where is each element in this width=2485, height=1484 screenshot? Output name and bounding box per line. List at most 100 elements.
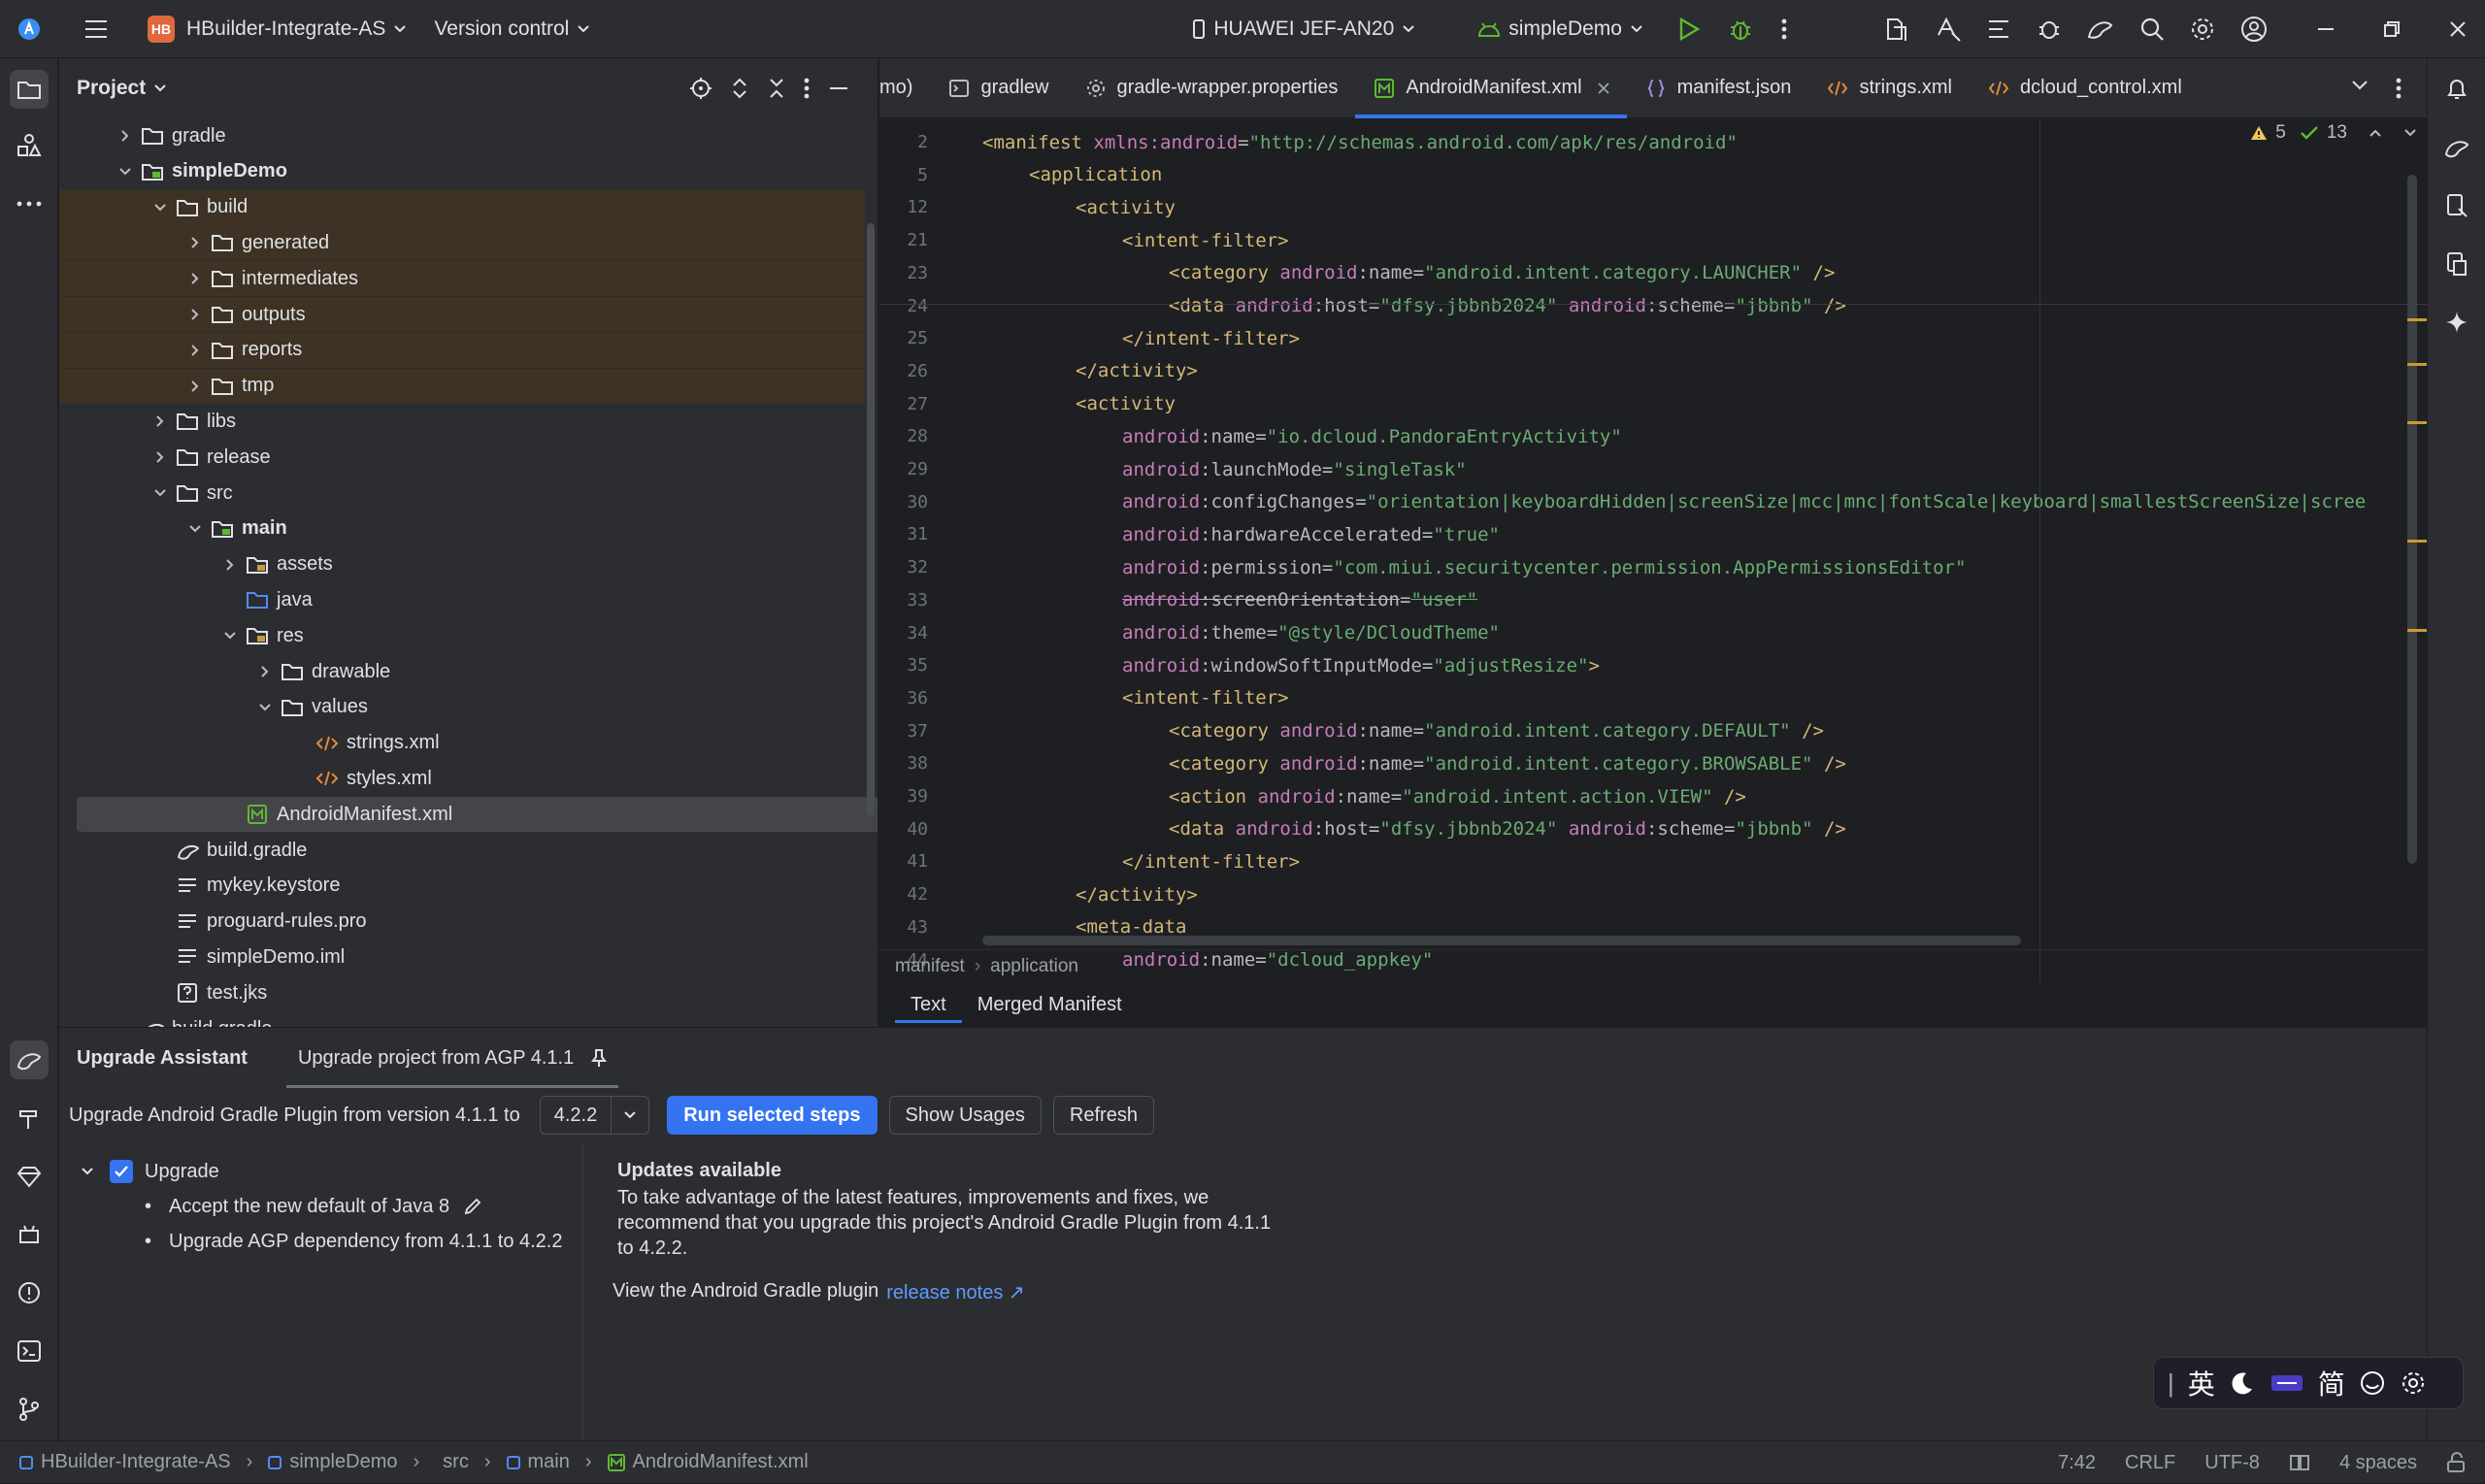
breadcrumb-item[interactable]: manifest: [895, 956, 965, 977]
chevron-right-icon[interactable]: [150, 412, 170, 431]
run-config-selector[interactable]: simpleDemo: [1477, 0, 1643, 58]
hide-panel-icon[interactable]: [829, 86, 848, 90]
emoji-icon[interactable]: [2359, 1369, 2386, 1397]
more-tools-button[interactable]: [10, 184, 49, 223]
restore-icon[interactable]: [2383, 20, 2401, 38]
close-icon[interactable]: [2449, 20, 2467, 38]
code-line[interactable]: 25 </intent-filter>: [879, 322, 2427, 354]
upgrade-step-item[interactable]: • Upgrade AGP dependency from 4.1.1 to 4…: [145, 1226, 562, 1257]
pin-icon[interactable]: [591, 1048, 608, 1068]
warning-marker[interactable]: [2407, 363, 2427, 366]
code-line[interactable]: 33 android:screenOrientation="user": [879, 584, 2427, 616]
punctuation-icon[interactable]: [2270, 1369, 2304, 1397]
code-line[interactable]: 21 <intent-filter>: [879, 224, 2427, 257]
locate-icon[interactable]: [689, 77, 712, 100]
ime-handle[interactable]: |: [2168, 1369, 2174, 1399]
tree-item[interactable]: proguard-rules.pro: [59, 905, 865, 940]
chevron-down-icon[interactable]: [153, 83, 167, 93]
code-line[interactable]: 31 android:hardwareAccelerated="true": [879, 518, 2427, 550]
upgrade-checkbox[interactable]: [110, 1160, 133, 1183]
minimize-icon[interactable]: [2317, 27, 2335, 31]
reader-mode-icon[interactable]: [2289, 1453, 2310, 1472]
tree-item[interactable]: release: [59, 440, 865, 475]
tree-item[interactable]: test.jks: [59, 975, 865, 1010]
indent-setting[interactable]: 4 spaces: [2339, 1452, 2417, 1474]
more-vertical-icon[interactable]: [804, 78, 810, 99]
ime-settings-icon[interactable]: [2400, 1369, 2427, 1397]
project-panel-title[interactable]: Project: [77, 77, 146, 100]
file-encoding[interactable]: UTF-8: [2204, 1452, 2260, 1474]
main-menu-icon[interactable]: [83, 18, 109, 40]
chevron-down-icon[interactable]: [185, 519, 205, 539]
tree-item[interactable]: src: [59, 476, 865, 511]
app-logo-icon[interactable]: [17, 17, 41, 41]
translate-icon[interactable]: [1935, 16, 1962, 43]
chevron-right-icon[interactable]: [185, 341, 205, 360]
breadcrumb-item[interactable]: HBuilder-Integrate-AS: [41, 1451, 231, 1473]
tree-item[interactable]: mykey.keystore: [59, 869, 865, 904]
chevron-up-icon[interactable]: [2369, 128, 2382, 138]
chevron-right-icon[interactable]: [185, 269, 205, 288]
chevron-right-icon[interactable]: [150, 447, 170, 467]
code-line[interactable]: 24 <data android:host="dfsy.jbbnb2024" an…: [879, 290, 2427, 322]
chevron-down-icon[interactable]: [116, 162, 135, 181]
version-select[interactable]: 4.2.2: [539, 1096, 650, 1135]
lock-open-icon[interactable]: [2446, 1452, 2466, 1473]
code-line[interactable]: 34 android:theme="@style/DCloudTheme": [879, 617, 2427, 649]
resource-manager-button[interactable]: [10, 126, 49, 165]
tree-item[interactable]: build.gradle: [59, 833, 865, 868]
tree-item[interactable]: intermediates: [59, 261, 865, 297]
warning-marker[interactable]: [2407, 421, 2427, 424]
debug-icon[interactable]: [1729, 17, 1752, 41]
device-manager-button[interactable]: [2437, 186, 2476, 225]
more-vertical-icon[interactable]: [1781, 18, 1787, 40]
breadcrumb-item[interactable]: application: [990, 956, 1078, 977]
breadcrumb-item[interactable]: AndroidManifest.xml: [633, 1451, 809, 1473]
code-line[interactable]: 32 android:permission="com.miui.securityc…: [879, 551, 2427, 583]
chevron-right-icon[interactable]: [185, 305, 205, 324]
collapse-all-icon[interactable]: [767, 77, 786, 100]
show-usages-button[interactable]: Show Usages: [888, 1096, 1042, 1135]
notifications-button[interactable]: [2437, 70, 2476, 109]
tree-item[interactable]: values: [59, 690, 865, 725]
tree-item[interactable]: java: [59, 582, 865, 617]
ime-mode[interactable]: 简: [2318, 1364, 2345, 1402]
code-line[interactable]: 36 <intent-filter>: [879, 682, 2427, 714]
project-scrollbar[interactable]: [867, 223, 875, 815]
chevron-right-icon[interactable]: [220, 555, 240, 575]
vcs-menu[interactable]: Version control: [434, 0, 590, 58]
code-line[interactable]: 29 android:launchMode="singleTask": [879, 453, 2427, 485]
code-line[interactable]: 26 </activity>: [879, 355, 2427, 387]
git-button[interactable]: [10, 1390, 49, 1429]
editor-horizontal-scrollbar[interactable]: [982, 936, 2021, 945]
code-line[interactable]: 23 <category android:name="android.intent…: [879, 257, 2427, 289]
chevron-down-icon[interactable]: [220, 626, 240, 645]
code-line[interactable]: 5 <application: [879, 158, 2427, 191]
build-tool-button[interactable]: [10, 1099, 49, 1138]
project-selector[interactable]: HB HBuilder-Integrate-AS: [148, 0, 407, 58]
editor-tab[interactable]: manifest.json: [1627, 58, 1809, 118]
tree-item[interactable]: outputs: [59, 297, 865, 332]
tree-item[interactable]: strings.xml: [59, 726, 865, 761]
editor-tab[interactable]: dcloud_control.xml: [1970, 58, 2200, 118]
code-line[interactable]: 30 android:configChanges="orientation|key…: [879, 486, 2427, 518]
code-editor[interactable]: 2 <manifest xmlns:android="http://schemas…: [879, 118, 2427, 1007]
tree-item[interactable]: simpleDemo: [59, 154, 865, 189]
tree-item[interactable]: styles.xml: [59, 761, 865, 796]
settings-gear-icon[interactable]: [2189, 16, 2216, 43]
bug-settings-icon[interactable]: [2036, 16, 2063, 43]
tree-item[interactable]: AndroidManifest.xml: [77, 797, 878, 833]
refresh-button[interactable]: Refresh: [1052, 1096, 1154, 1135]
code-line[interactable]: 35 android:windowSoftInputMode="adjustRes…: [879, 649, 2427, 681]
editor-tab[interactable]: strings.xml: [1808, 58, 1970, 118]
gem-tool-button[interactable]: [10, 1157, 49, 1196]
search-icon[interactable]: [2138, 16, 2166, 43]
chevron-right-icon[interactable]: [255, 662, 275, 681]
chevron-down-icon[interactable]: [255, 698, 275, 717]
tab-upgrade-project[interactable]: Upgrade project from AGP 4.1.1: [285, 1028, 619, 1088]
tree-item[interactable]: libs: [59, 404, 865, 439]
inspection-widget[interactable]: 5 13: [2250, 122, 2417, 144]
editor-tab[interactable]: gradlew: [930, 58, 1066, 118]
warning-marker[interactable]: [2407, 318, 2427, 321]
code-line[interactable]: 39 <action android:name="android.intent.a…: [879, 780, 2427, 812]
